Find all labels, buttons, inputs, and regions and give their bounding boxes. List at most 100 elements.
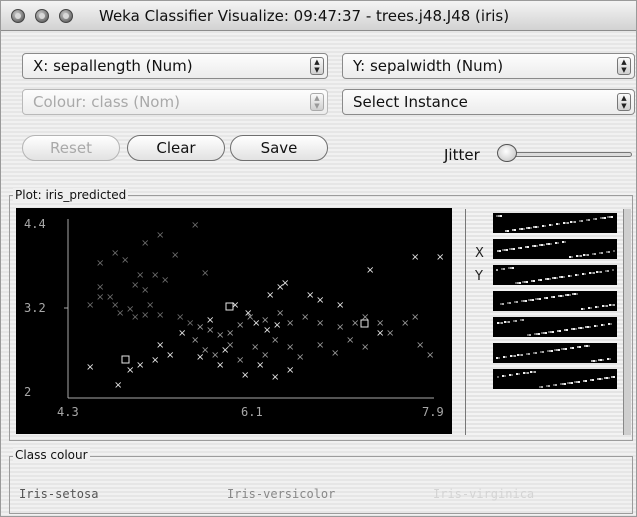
save-button[interactable]: Save xyxy=(230,135,328,161)
attribute-strip[interactable] xyxy=(493,265,617,285)
strip-dot xyxy=(549,278,551,280)
plot-point: × xyxy=(141,310,149,321)
strip-dot xyxy=(594,253,596,255)
strip-dot xyxy=(514,355,516,357)
plot-point: × xyxy=(281,278,289,289)
strip-dot xyxy=(556,277,558,279)
plot-point: × xyxy=(131,280,139,291)
plot-point: × xyxy=(116,308,124,319)
strip-dot xyxy=(607,270,609,272)
attribute-strip[interactable] xyxy=(493,213,617,233)
plot-point: × xyxy=(331,348,339,359)
strip-dot xyxy=(509,302,511,304)
strip-dot xyxy=(588,345,590,347)
plot-point: × xyxy=(191,220,199,231)
close-window-icon[interactable] xyxy=(11,9,25,23)
strip-dot xyxy=(575,328,577,330)
plot-point: × xyxy=(236,320,244,331)
strip-dot xyxy=(613,376,615,378)
y-axis-select[interactable]: Y: sepalwidth (Num) ▲ ▼ xyxy=(342,53,635,79)
plot-point: × xyxy=(231,300,239,311)
jitter-slider-knob[interactable] xyxy=(497,144,517,162)
strip-dot xyxy=(565,348,567,350)
plot-point: × xyxy=(416,340,424,351)
strip-dot xyxy=(601,252,603,254)
zoom-window-icon[interactable] xyxy=(59,9,73,23)
strip-dot xyxy=(536,245,538,247)
colour-select-arrows-icon: ▲ ▼ xyxy=(310,93,324,111)
plot-point: × xyxy=(316,295,324,306)
jitter-slider-track[interactable] xyxy=(507,152,632,157)
plot-point: × xyxy=(206,325,214,336)
weka-visualize-window: Weka Classifier Visualize: 09:47:37 - tr… xyxy=(0,0,637,517)
strip-dot xyxy=(582,327,584,329)
scatter-plot[interactable]: 4.4 3.2 2 4.3 6.1 7.9 × × × × × × × × × × × × × × × × × ×… xyxy=(16,208,452,434)
strip-dot xyxy=(583,308,585,310)
attribute-strip[interactable] xyxy=(493,343,617,363)
attribute-panel-scrollbar[interactable] xyxy=(623,209,631,435)
plot-point: × xyxy=(251,342,259,353)
plot-point: × xyxy=(301,312,309,323)
strip-dot xyxy=(558,223,560,225)
plot-point: × xyxy=(191,335,199,346)
strip-dot xyxy=(515,320,517,322)
strip-dot xyxy=(579,346,581,348)
strip-dot xyxy=(569,294,571,296)
strip-dot xyxy=(596,325,598,327)
attribute-strip[interactable] xyxy=(493,291,617,311)
reset-button: Reset xyxy=(22,135,120,161)
legend-item-virginica[interactable]: Iris-virginica xyxy=(433,487,534,501)
strip-dot xyxy=(572,347,574,349)
strip-dot xyxy=(613,250,615,252)
strip-dot xyxy=(538,333,540,335)
strip-dot xyxy=(544,225,546,227)
strip-dot xyxy=(580,255,582,257)
x-min-label: 4.3 xyxy=(57,405,79,419)
strip-dot xyxy=(595,218,597,220)
class-colour-group xyxy=(9,456,633,514)
attribute-strip[interactable] xyxy=(493,239,617,259)
select-instance-select[interactable]: Select Instance ▲ ▼ xyxy=(342,89,635,115)
plot-point: × xyxy=(111,248,119,259)
plot-point: × xyxy=(366,265,374,276)
legend-item-setosa[interactable]: Iris-setosa xyxy=(19,487,98,501)
strip-dot xyxy=(551,350,553,352)
strip-dot xyxy=(577,274,579,276)
plot-point: × xyxy=(156,310,164,321)
strip-dot xyxy=(571,382,573,384)
strip-dot xyxy=(551,224,553,226)
strip-dot xyxy=(506,249,508,251)
strip-dot xyxy=(511,374,513,376)
attribute-strip[interactable] xyxy=(493,317,617,337)
strip-dot xyxy=(562,295,564,297)
plot-point: × xyxy=(201,268,209,279)
side-x-label: X xyxy=(475,246,484,261)
plot-point: × xyxy=(216,330,224,341)
strip-dot xyxy=(553,296,555,298)
clear-button[interactable]: Clear xyxy=(127,135,225,161)
plot-point: × xyxy=(156,230,164,241)
strip-dot xyxy=(584,273,586,275)
strip-dot xyxy=(527,246,529,248)
plot-point: × xyxy=(221,345,229,356)
strip-dot xyxy=(512,267,514,269)
x-axis-select[interactable]: X: sepallength (Num) ▲ ▼ xyxy=(22,53,328,79)
plot-point: × xyxy=(273,320,281,331)
plot-point: × xyxy=(306,290,314,301)
attribute-strip[interactable] xyxy=(493,369,617,389)
minimize-window-icon[interactable] xyxy=(35,9,49,23)
plot-point: × xyxy=(376,328,384,339)
strip-dot xyxy=(533,280,535,282)
strip-dot xyxy=(537,226,539,228)
plot-point: × xyxy=(286,318,294,329)
legend-item-versicolor[interactable]: Iris-versicolor xyxy=(227,487,335,501)
plot-point: × xyxy=(386,328,394,339)
title-bar[interactable]: Weka Classifier Visualize: 09:47:37 - tr… xyxy=(1,1,636,31)
strip-dot xyxy=(526,281,528,283)
strip-dot xyxy=(540,279,542,281)
y-max-label: 4.4 xyxy=(24,217,46,231)
plot-point: × xyxy=(316,340,324,351)
strip-dot xyxy=(504,375,506,377)
strip-dot xyxy=(603,324,605,326)
plot-point: × xyxy=(186,318,194,329)
